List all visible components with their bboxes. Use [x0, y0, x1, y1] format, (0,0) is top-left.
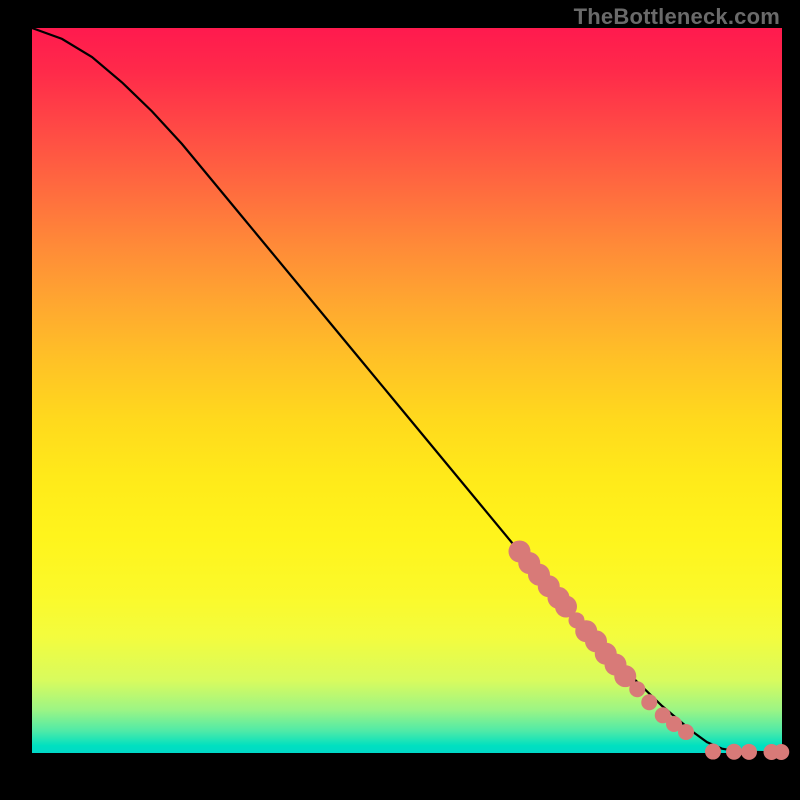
data-point [641, 694, 657, 710]
curve-line [32, 28, 782, 752]
data-point [773, 744, 789, 760]
dots-group [509, 540, 790, 760]
data-point [629, 681, 645, 697]
data-point [741, 744, 757, 760]
data-point [705, 744, 721, 760]
watermark-text: TheBottleneck.com [574, 4, 780, 30]
chart-frame: TheBottleneck.com [0, 0, 800, 800]
chart-overlay [32, 28, 782, 753]
data-point [678, 724, 694, 740]
data-point [726, 744, 742, 760]
